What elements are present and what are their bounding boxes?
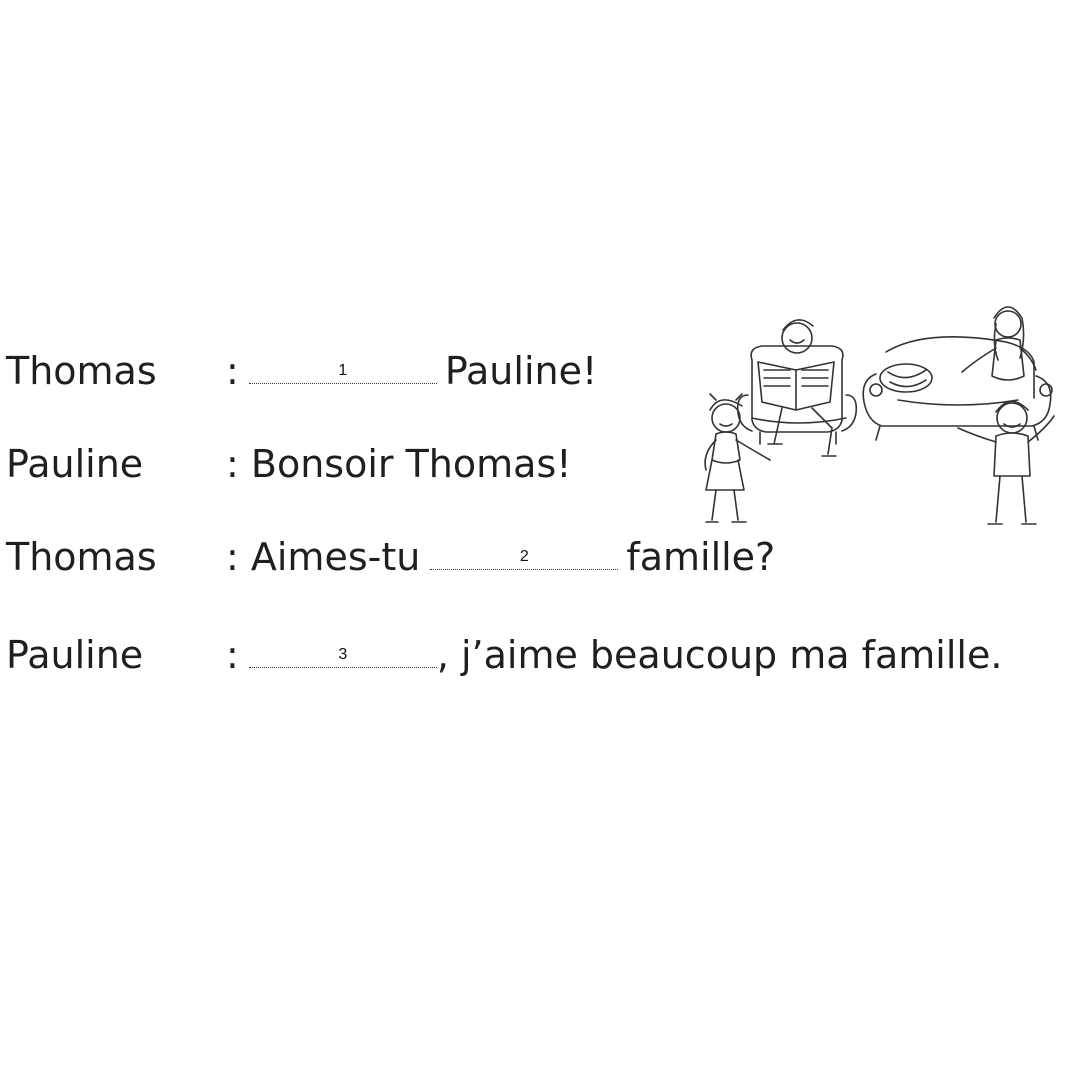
speaker-name: Pauline [6, 633, 144, 677]
mother-icon [961, 306, 1037, 381]
speaker-name: Thomas [6, 535, 157, 579]
colon: : [226, 349, 239, 393]
family-living-room-illustration [704, 306, 1055, 525]
dialogue-text: : 1 Pauline! [226, 346, 597, 396]
speaker-name: Thomas [6, 349, 157, 393]
father-reading-icon [757, 319, 837, 457]
dialogue-after: Pauline! [444, 349, 598, 393]
speaker-name: Pauline [6, 442, 144, 486]
answer-blank-2[interactable]: 2 [430, 539, 619, 570]
dialogue-after: , j’aime beaucoup ma famille. [436, 633, 1003, 677]
dialogue-after: famille? [626, 535, 776, 579]
dialogue-text: : Bonsoir Thomas! [226, 442, 572, 486]
armchair-icon [736, 345, 858, 445]
answer-blank-1[interactable]: 1 [248, 353, 437, 384]
blank-number: 1 [338, 362, 348, 379]
blank-number: 2 [519, 548, 529, 565]
boy-icon [957, 400, 1055, 525]
blank-number: 3 [338, 646, 348, 663]
dialogue-before: : Aimes-tu [226, 535, 421, 579]
dialogue-line-4: Pauline : 3 , j’aime beaucoup ma famille. [0, 630, 1070, 680]
answer-blank-3[interactable]: 3 [248, 637, 437, 668]
colon: : [226, 633, 239, 677]
dialogue-text: : 3 , j’aime beaucoup ma famille. [226, 630, 1002, 680]
